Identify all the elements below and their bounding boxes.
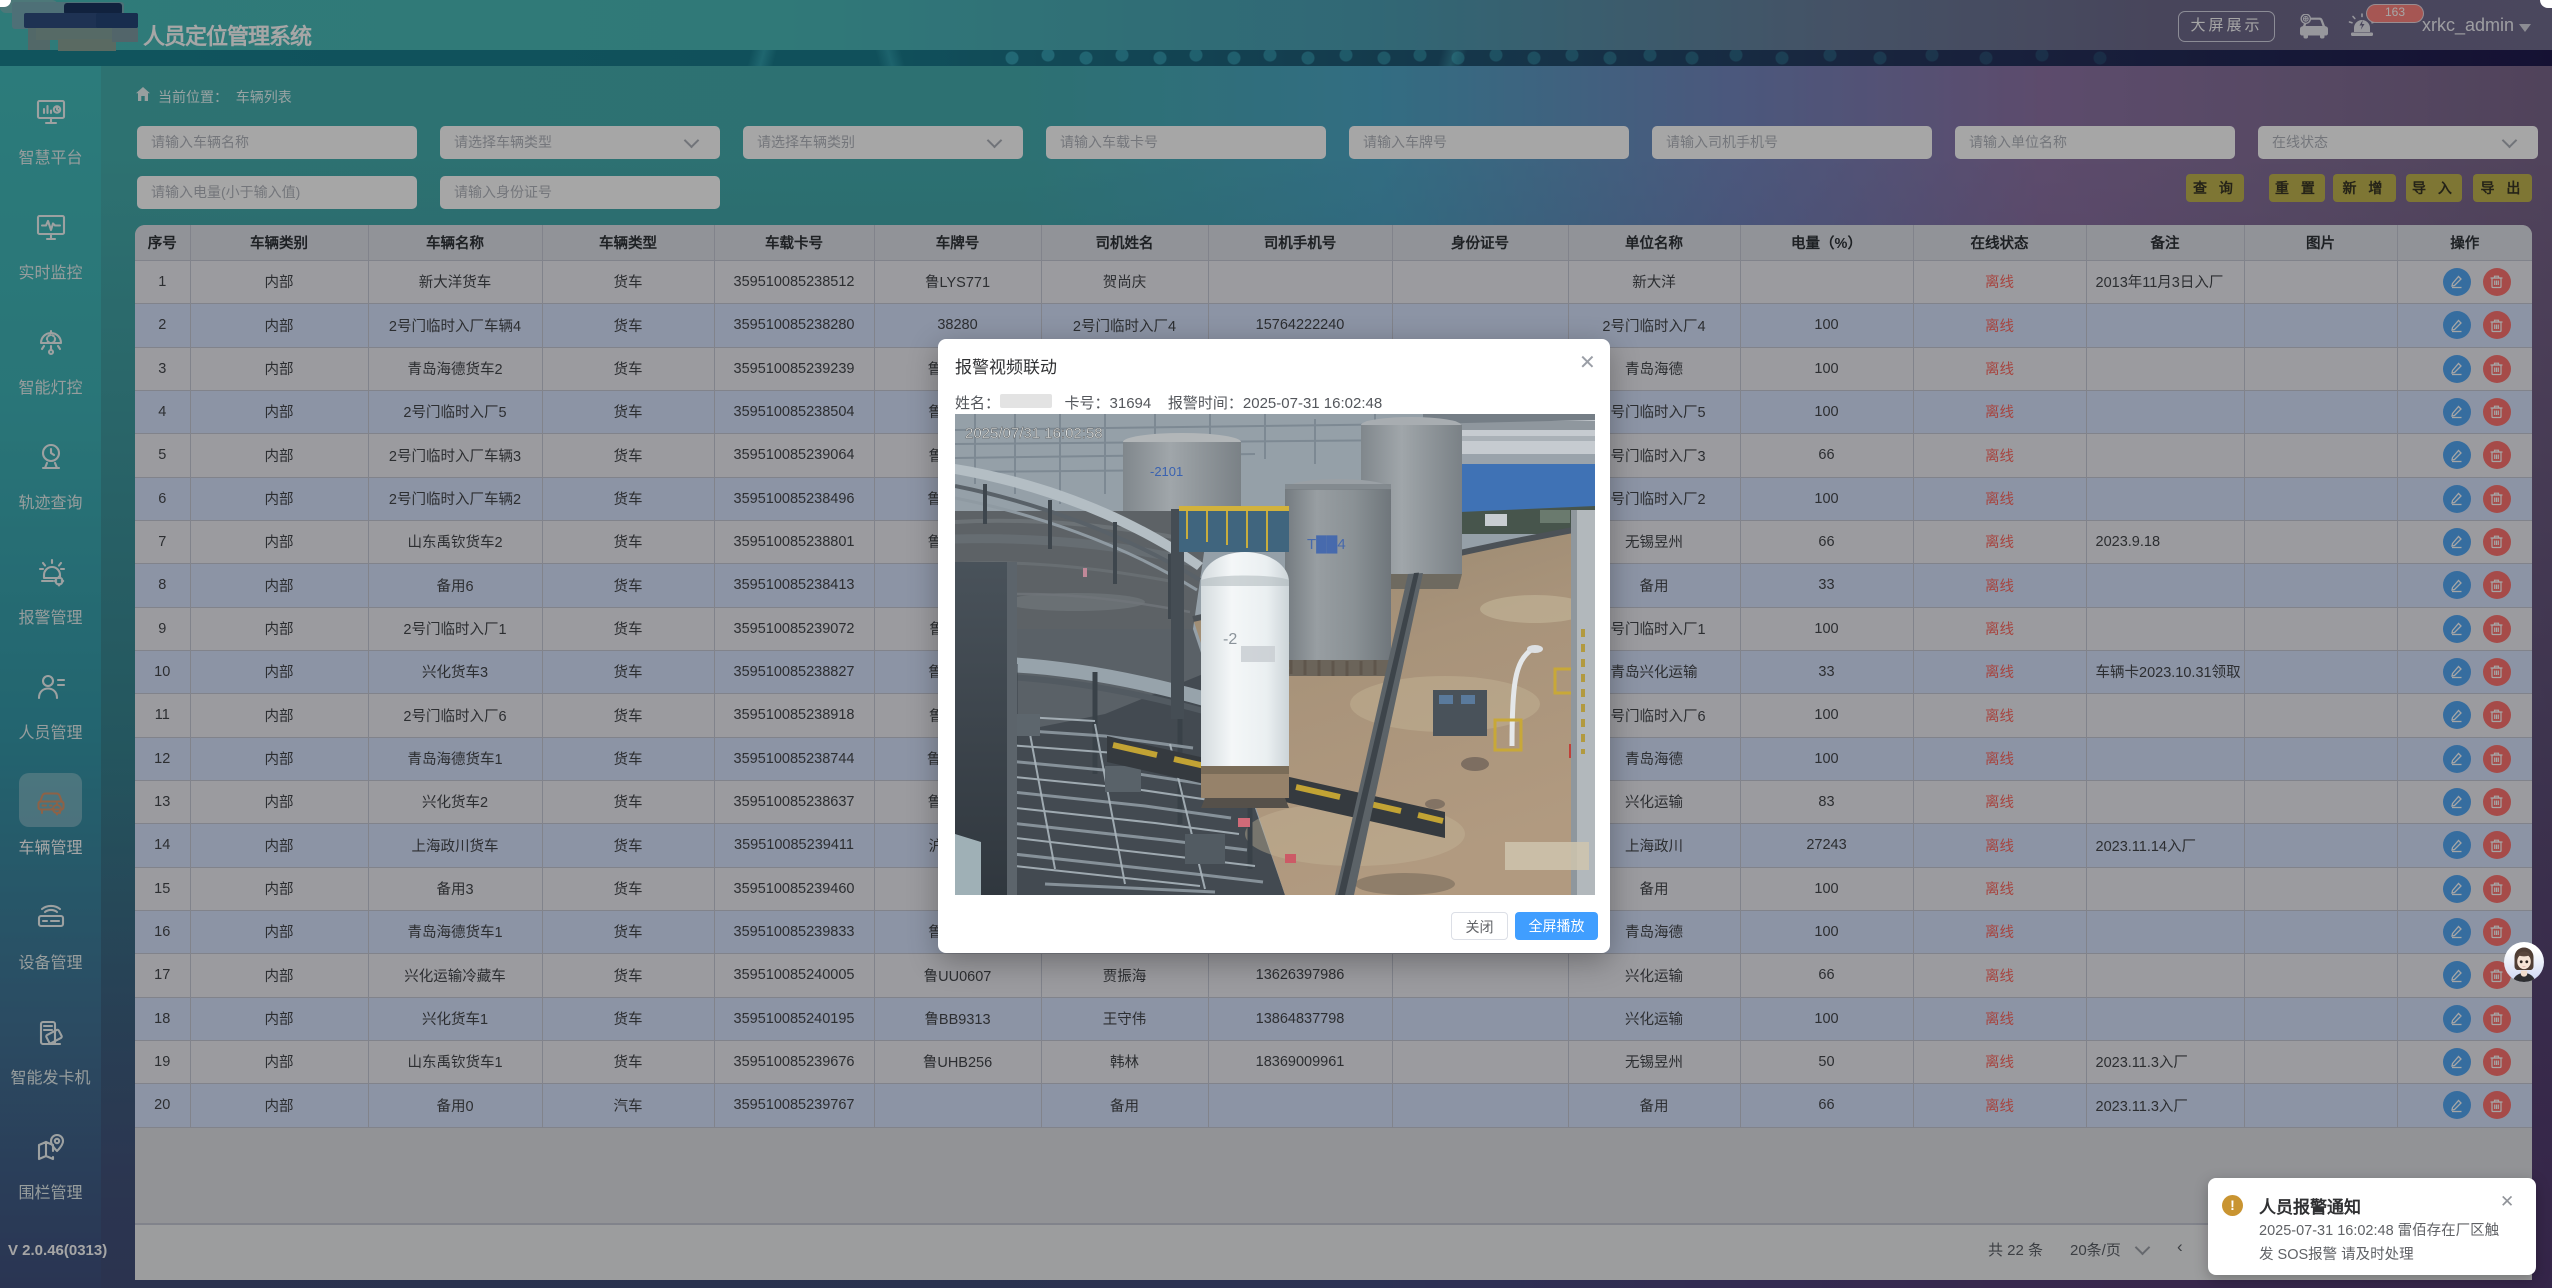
svg-text:-2101: -2101 <box>1150 464 1183 479</box>
svg-text:2025/07/31 16:02:58: 2025/07/31 16:02:58 <box>965 425 1103 442</box>
svg-text:T██4: T██4 <box>1307 535 1346 554</box>
svg-text:-2: -2 <box>1223 631 1237 648</box>
